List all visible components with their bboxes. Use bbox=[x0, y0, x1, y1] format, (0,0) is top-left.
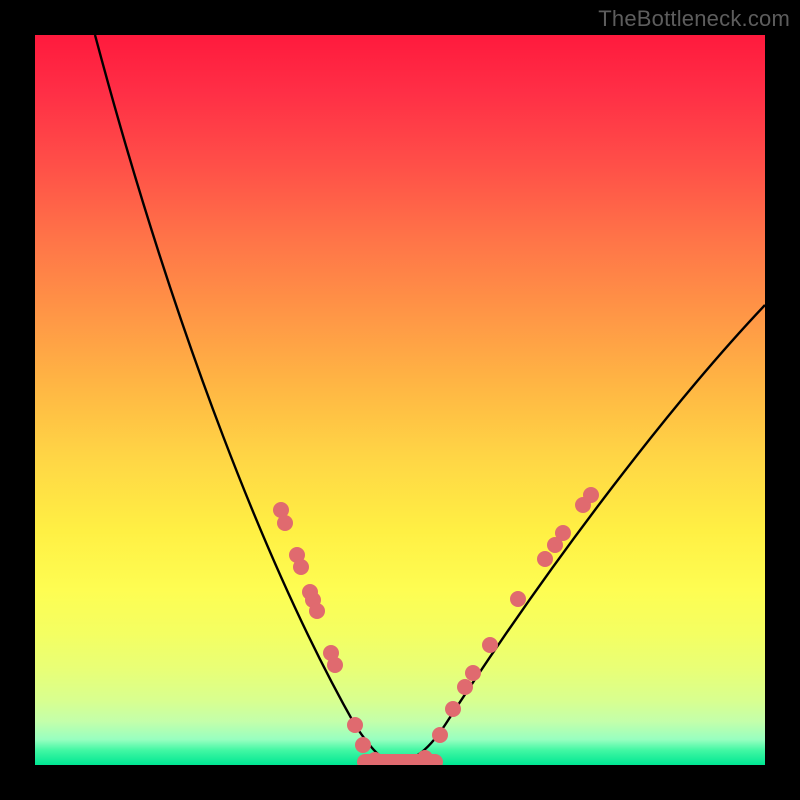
marker-left-1 bbox=[277, 515, 293, 531]
marker-bottom-0 bbox=[367, 752, 383, 765]
marker-right-7 bbox=[547, 537, 563, 553]
marker-bottom-3 bbox=[403, 754, 419, 765]
marker-bottom-1 bbox=[379, 754, 395, 765]
markers-group bbox=[273, 487, 599, 765]
marker-right-9 bbox=[575, 497, 591, 513]
marker-left-6 bbox=[309, 603, 325, 619]
marker-bottom-4 bbox=[417, 750, 433, 765]
marker-right-2 bbox=[457, 679, 473, 695]
marker-right-6 bbox=[537, 551, 553, 567]
marker-left-8 bbox=[327, 657, 343, 673]
marker-left-5 bbox=[305, 592, 321, 608]
curve-left-arm bbox=[95, 35, 395, 762]
marker-bottom-2 bbox=[391, 754, 407, 765]
marker-left-2 bbox=[289, 547, 305, 563]
marker-left-9 bbox=[347, 717, 363, 733]
marker-right-1 bbox=[445, 701, 461, 717]
marker-right-8 bbox=[555, 525, 571, 541]
gradient-plot-area bbox=[35, 35, 765, 765]
marker-left-0 bbox=[273, 502, 289, 518]
outer-frame: TheBottleneck.com bbox=[0, 0, 800, 800]
marker-left-3 bbox=[293, 559, 309, 575]
marker-right-3 bbox=[465, 665, 481, 681]
marker-left-4 bbox=[302, 584, 318, 600]
marker-left-7 bbox=[323, 645, 339, 661]
watermark-text: TheBottleneck.com bbox=[598, 6, 790, 32]
marker-left-10 bbox=[355, 737, 371, 753]
chart-svg bbox=[35, 35, 765, 765]
marker-right-4 bbox=[482, 637, 498, 653]
marker-right-0 bbox=[432, 727, 448, 743]
curve-right-arm bbox=[395, 305, 765, 762]
marker-right-5 bbox=[510, 591, 526, 607]
marker-right-10 bbox=[583, 487, 599, 503]
